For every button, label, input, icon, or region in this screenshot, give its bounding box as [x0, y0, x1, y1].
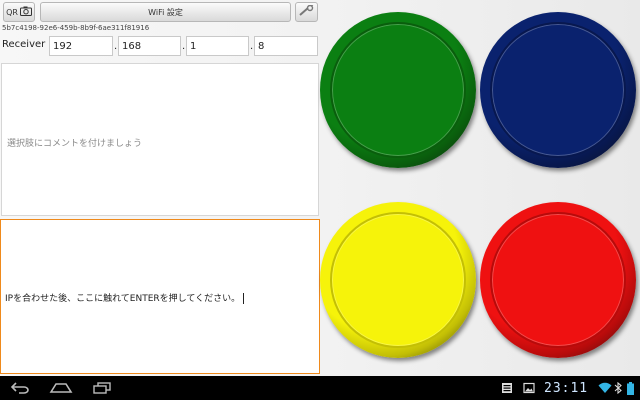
qr-scan-button[interactable]: QR [3, 2, 35, 22]
news-notification-icon [500, 380, 514, 396]
green-choice-face [330, 22, 466, 158]
device-id-text: 5b7c4198-92e6-459b-8b9f-6ae311f81916 [2, 24, 150, 32]
wifi-settings-button[interactable]: WiFi 設定 [40, 2, 291, 22]
ip-octet-2-field[interactable]: 168 [118, 36, 181, 56]
camera-icon [19, 6, 32, 18]
ip-octet-4-field[interactable]: 8 [254, 36, 318, 56]
enter-input-textarea[interactable]: IPを合わせた後、ここに触れてENTERを押してください。 [0, 219, 320, 374]
qr-label: QR [6, 7, 18, 17]
system-navigation-bar: 23:11 [0, 376, 640, 400]
ip-octet-3-field[interactable]: 1 [186, 36, 249, 56]
ip-octet-1-field[interactable]: 192 [49, 36, 113, 56]
comment-placeholder: 選択肢にコメントを付けましょう [7, 139, 143, 149]
image-notification-icon [522, 380, 536, 396]
bluetooth-icon [613, 380, 623, 396]
app-window: QR WiFi 設定 5b7c4198-92e6-459b-8b9f-6ae31… [0, 0, 640, 376]
blue-choice-button[interactable] [480, 12, 636, 168]
wifi-settings-label: WiFi 設定 [148, 7, 183, 17]
ip-separator: . [250, 41, 254, 52]
yellow-choice-button[interactable] [320, 202, 476, 358]
recent-apps-icon[interactable] [90, 380, 114, 396]
back-icon[interactable] [8, 380, 32, 396]
red-choice-button[interactable] [480, 202, 636, 358]
wrench-icon [298, 4, 315, 19]
blue-choice-face [490, 22, 626, 158]
red-choice-face [490, 212, 626, 348]
settings-tool-button[interactable] [295, 2, 318, 22]
status-clock: 23:11 [544, 381, 589, 396]
enter-input-text: IPを合わせた後、ここに触れてENTERを押してください。 [5, 291, 245, 304]
text-caret [243, 293, 245, 304]
home-icon[interactable] [48, 380, 74, 396]
battery-icon [625, 380, 635, 396]
ip-separator: . [114, 41, 118, 52]
ip-separator: . [182, 41, 186, 52]
green-choice-button[interactable] [320, 12, 476, 168]
wifi-icon [598, 380, 612, 396]
yellow-choice-face [330, 212, 466, 348]
comment-textarea[interactable]: 選択肢にコメントを付けましょう [1, 63, 319, 216]
